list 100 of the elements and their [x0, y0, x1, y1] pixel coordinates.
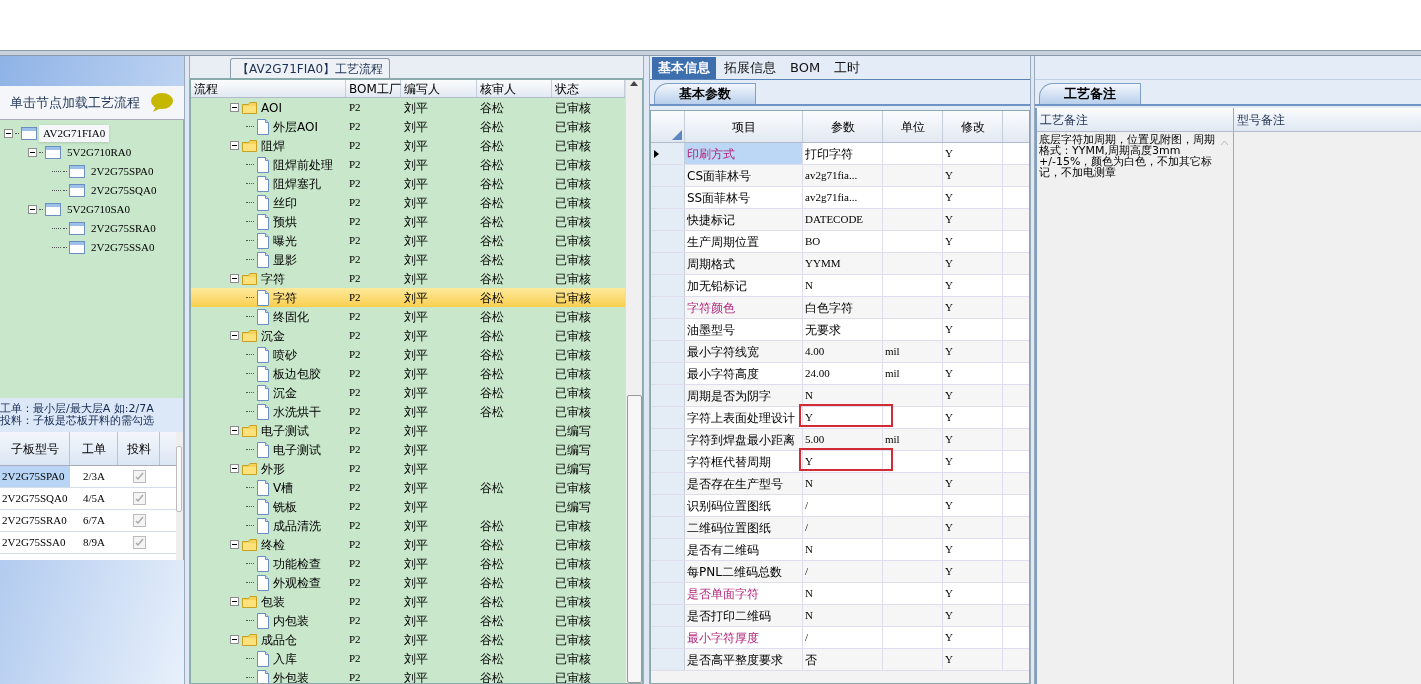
- table-cell[interactable]: 油墨型号: [685, 319, 803, 340]
- table-cell[interactable]: /: [803, 563, 811, 580]
- table-row[interactable]: SS面菲林号 av2g71fia... Y: [651, 187, 1029, 209]
- tree-row[interactable]: V槽 P2 刘平 谷松 已审核: [191, 478, 625, 497]
- table-cell[interactable]: Y: [803, 453, 815, 470]
- row-header[interactable]: [651, 143, 685, 164]
- tree-row[interactable]: 外包装 P2 刘平 谷松 已审核: [191, 668, 625, 683]
- tree-row[interactable]: 喷砂 P2 刘平 谷松 已审核: [191, 345, 625, 364]
- table-cell[interactable]: N: [803, 585, 815, 602]
- table-row[interactable]: 生产周期位置 BO Y: [651, 231, 1029, 253]
- tree-row[interactable]: 阻焊塞孔 P2 刘平 谷松 已审核: [191, 174, 625, 193]
- table-cell[interactable]: 识别码位置图纸: [685, 495, 803, 516]
- table-cell[interactable]: 4.00: [803, 343, 827, 360]
- table-cell[interactable]: 加无铅标记: [685, 275, 803, 296]
- table-row[interactable]: 印刷方式 打印字符 Y: [651, 143, 1029, 165]
- table-cell[interactable]: 是否存在生产型号: [685, 473, 803, 494]
- table-cell[interactable]: 字符上表面处理设计: [685, 407, 803, 428]
- tree-row[interactable]: 终固化 P2 刘平 谷松 已审核: [191, 307, 625, 326]
- tree-row[interactable]: 外观检查 P2 刘平 谷松 已审核: [191, 573, 625, 592]
- tree-row[interactable]: 沉金 P2 刘平 谷松 已审核: [191, 383, 625, 402]
- table-row[interactable]: 周期格式 YYMM Y: [651, 253, 1029, 275]
- tree-row[interactable]: 预烘 P2 刘平 谷松 已审核: [191, 212, 625, 231]
- table-row[interactable]: 快捷标记 DATECODE Y: [651, 209, 1029, 231]
- scrollbar-thumb[interactable]: [176, 446, 183, 512]
- checkbox[interactable]: [132, 470, 146, 483]
- tree-row[interactable]: 阻焊前处理 P2 刘平 谷松 已审核: [191, 155, 625, 174]
- table-row[interactable]: 字符框代替周期 Y Y: [651, 451, 1029, 473]
- table-row[interactable]: 是否高平整度要求 否 Y: [651, 649, 1029, 671]
- tree-row[interactable]: 电子测试 P2 刘平 已编写: [191, 421, 625, 440]
- tab[interactable]: 基本参数: [654, 83, 756, 104]
- tree-row[interactable]: AOI P2 刘平 谷松 已审核: [191, 98, 625, 117]
- table-cell[interactable]: 是否单面字符: [685, 583, 803, 604]
- table-cell[interactable]: 最小字符高度: [685, 363, 803, 384]
- table-cell[interactable]: 2V2G75SRA0: [0, 510, 70, 531]
- table-cell[interactable]: 最小字符线宽: [685, 341, 803, 362]
- table-cell[interactable]: Y: [803, 409, 815, 426]
- tree-row[interactable]: 丝印 P2 刘平 谷松 已审核: [191, 193, 625, 212]
- tree-node[interactable]: 5V2G710RA0: [63, 144, 136, 161]
- scrollbar-thumb[interactable]: [626, 394, 642, 683]
- tree-node[interactable]: 2V2G75SPA0: [87, 163, 158, 180]
- table-row[interactable]: 每PNL二维码总数 / Y: [651, 561, 1029, 583]
- table-cell[interactable]: 2V2G75SSA0: [0, 532, 70, 553]
- table-cell[interactable]: N: [803, 541, 815, 558]
- table-cell[interactable]: 白色字符: [803, 298, 855, 317]
- checkbox[interactable]: [132, 536, 146, 549]
- tree-row[interactable]: 入库 P2 刘平 谷松 已审核: [191, 649, 625, 668]
- checkbox[interactable]: [132, 492, 146, 505]
- tree-node[interactable]: AV2G71FIA0: [39, 125, 110, 142]
- table-cell[interactable]: N: [803, 277, 815, 294]
- table-cell[interactable]: 打印字符: [803, 144, 855, 163]
- tree-row[interactable]: 水洗烘干 P2 刘平 谷松 已审核: [191, 402, 625, 421]
- table-row[interactable]: 识别码位置图纸 / Y: [651, 495, 1029, 517]
- table-cell[interactable]: 二维码位置图纸: [685, 517, 803, 538]
- tree-node[interactable]: 2V2G75SSA0: [87, 239, 159, 256]
- tree-row[interactable]: 内包装 P2 刘平 谷松 已审核: [191, 611, 625, 630]
- splitter[interactable]: [184, 56, 190, 684]
- table-cell[interactable]: 字符颜色: [685, 297, 803, 318]
- table-row[interactable]: 最小字符高度 24.00 mil Y: [651, 363, 1029, 385]
- table-row[interactable]: 是否有二维码 N Y: [651, 539, 1029, 561]
- table-row[interactable]: 最小字符线宽 4.00 mil Y: [651, 341, 1029, 363]
- table-cell[interactable]: SS面菲林号: [685, 187, 803, 208]
- table-cell[interactable]: N: [803, 607, 815, 624]
- table-cell[interactable]: 24.00: [803, 365, 832, 382]
- checkbox[interactable]: [132, 514, 146, 527]
- table-cell[interactable]: 生产周期位置: [685, 231, 803, 252]
- tree-node[interactable]: 5V2G710SA0: [63, 201, 134, 218]
- tree-row[interactable]: 阻焊 P2 刘平 谷松 已审核: [191, 136, 625, 155]
- tree-row[interactable]: 显影 P2 刘平 谷松 已审核: [191, 250, 625, 269]
- tree-row[interactable]: 板边包胶 P2 刘平 谷松 已审核: [191, 364, 625, 383]
- table-row[interactable]: 油墨型号 无要求 Y: [651, 319, 1029, 341]
- table-cell[interactable]: CS面菲林号: [685, 165, 803, 186]
- table-cell[interactable]: 否: [803, 650, 819, 669]
- table-row[interactable]: 字符上表面处理设计 Y Y: [651, 407, 1029, 429]
- tab[interactable]: 基本信息: [652, 57, 716, 79]
- table-row[interactable]: 是否单面字符 N Y: [651, 583, 1029, 605]
- table-cell[interactable]: 是否有二维码: [685, 539, 803, 560]
- table-cell[interactable]: 周期格式: [685, 253, 803, 274]
- table-cell[interactable]: 印刷方式: [685, 143, 803, 164]
- table-cell[interactable]: YYMM: [803, 255, 843, 272]
- tree-row[interactable]: 外层AOI P2 刘平 谷松 已审核: [191, 117, 625, 136]
- tree-row[interactable]: 曝光 P2 刘平 谷松 已审核: [191, 231, 625, 250]
- tree-node[interactable]: 2V2G75SQA0: [87, 182, 161, 199]
- table-cell[interactable]: 是否高平整度要求: [685, 649, 803, 670]
- tree-row[interactable]: 铣板 P2 刘平 已编写: [191, 497, 625, 516]
- table-cell[interactable]: av2g71fia...: [803, 189, 860, 206]
- table-row[interactable]: 最小字符厚度 / Y: [651, 627, 1029, 649]
- tree-row[interactable]: 电子测试 P2 刘平 已编写: [191, 440, 625, 459]
- table-row[interactable]: 加无铅标记 N Y: [651, 275, 1029, 297]
- table-row[interactable]: CS面菲林号 av2g71fia... Y: [651, 165, 1029, 187]
- table-cell[interactable]: /: [803, 497, 811, 514]
- table-cell[interactable]: 5.00: [803, 431, 827, 448]
- table-cell[interactable]: /: [803, 519, 811, 536]
- tab[interactable]: 工艺备注: [1039, 83, 1141, 104]
- table-cell[interactable]: 2V2G75SQA0: [0, 488, 70, 509]
- tree-row[interactable]: 成品仓 P2 刘平 谷松 已审核: [191, 630, 625, 649]
- table-row[interactable]: 字符到焊盘最小距离 5.00 mil Y: [651, 429, 1029, 451]
- tree-row[interactable]: 沉金 P2 刘平 谷松 已审核: [191, 326, 625, 345]
- table-cell[interactable]: 周期是否为阴字: [685, 385, 803, 406]
- tree-row[interactable]: 包装 P2 刘平 谷松 已审核: [191, 592, 625, 611]
- table-cell[interactable]: 2V2G75SPA0: [0, 466, 70, 487]
